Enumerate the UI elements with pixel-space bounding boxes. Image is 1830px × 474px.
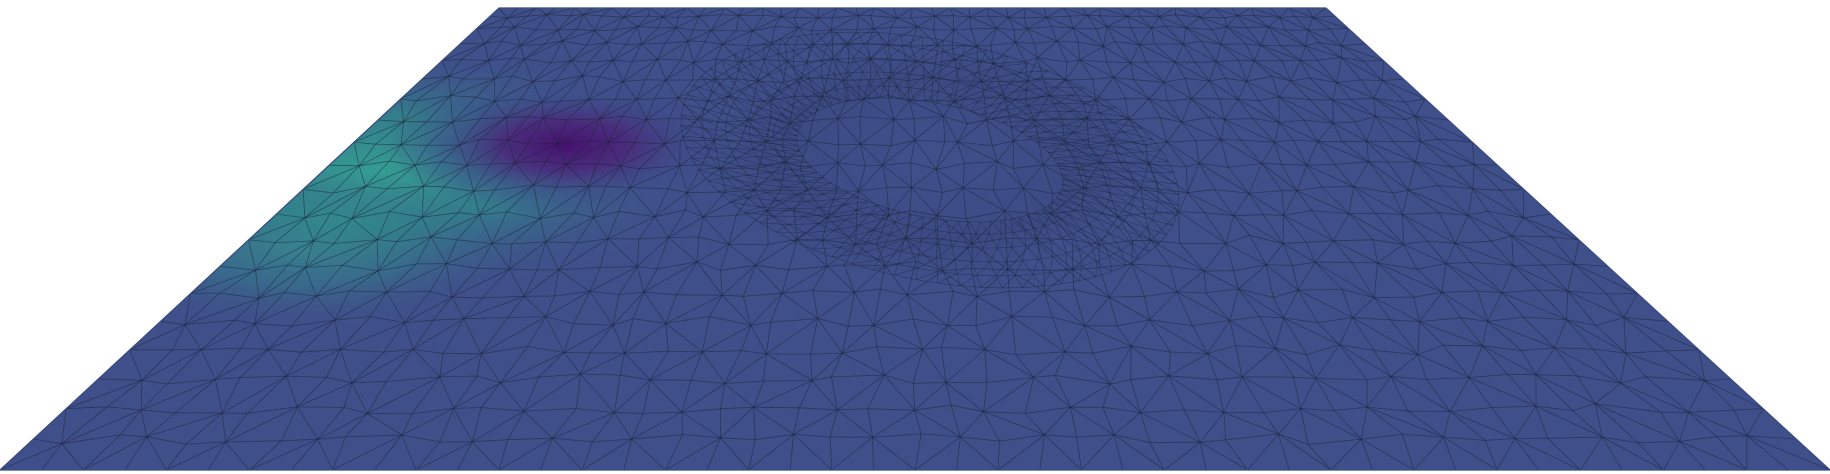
mesh-edge [1332,99,1351,101]
mesh-edge [527,143,558,145]
mesh-edge [1442,344,1483,347]
mesh-edge [844,264,886,266]
mesh-edge [780,189,808,191]
mesh-edge [1027,212,1052,214]
mesh-edge [711,30,737,32]
mesh-surface-render [0,7,1830,471]
mesh-edge [987,8,989,17]
mesh-edge [843,79,871,81]
mesh-edge [535,29,559,31]
mesh-edge [1011,316,1053,318]
mesh-edge [1342,140,1367,143]
mesh-edge [668,236,699,238]
mesh-edge [1139,15,1160,17]
mesh-edge [763,380,813,382]
mesh-edge [1219,98,1239,100]
mesh-edge [1363,60,1384,62]
mesh-edge [401,144,428,146]
mesh-edge [1407,410,1451,412]
mesh-plate [0,8,1830,470]
mesh-edge [1351,262,1378,264]
mesh-edge [817,8,819,18]
mesh-edge [1282,215,1284,244]
mesh-edge [297,406,345,408]
render-viewport[interactable] [0,0,1830,474]
